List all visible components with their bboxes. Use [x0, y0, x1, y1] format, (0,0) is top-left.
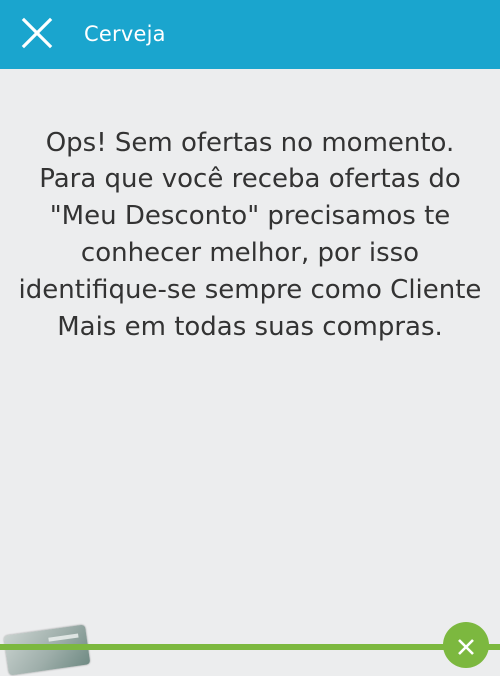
empty-state: Ops! Sem ofertas no momento. Para que vo… [0, 125, 500, 346]
close-icon [21, 17, 53, 49]
page-title: Cerveja [84, 22, 166, 46]
card-stripe [48, 633, 79, 642]
dismiss-button[interactable] [443, 622, 489, 668]
close-icon [458, 639, 474, 655]
loyalty-card-icon[interactable] [3, 624, 91, 676]
app-bar: Cerveja [0, 0, 500, 69]
empty-state-headline: Ops! Sem ofertas no momento. [45, 128, 455, 158]
close-button[interactable] [14, 12, 60, 58]
bottom-bar [0, 644, 500, 650]
empty-state-message: Para que você receba ofertas do "Meu Des… [18, 164, 482, 342]
